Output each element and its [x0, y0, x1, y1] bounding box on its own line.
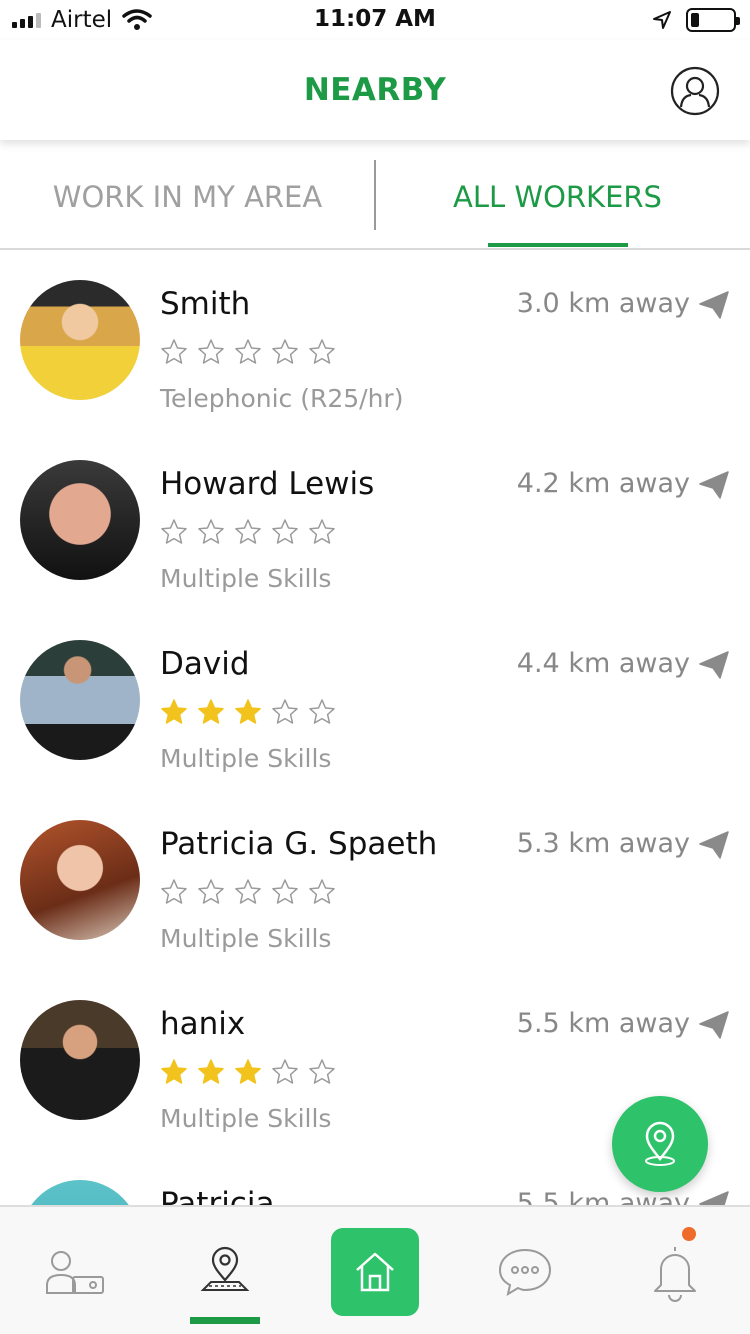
worker-skill: Telephonic (R25/hr) [160, 384, 404, 413]
worker-name: Smith [160, 286, 251, 322]
star-empty-icon [161, 879, 187, 904]
star-filled-icon [198, 1059, 224, 1084]
worker-distance: 4.2 km away [516, 468, 690, 499]
star-empty-icon [198, 879, 224, 904]
tab-work-in-my-area[interactable]: WORK IN MY AREA [0, 180, 375, 214]
location-arrow-icon [653, 11, 671, 29]
worker-skill: Multiple Skills [160, 924, 332, 953]
star-empty-icon [235, 339, 261, 364]
page-title: NEARBY [303, 72, 447, 108]
star-filled-icon [198, 699, 224, 724]
nav-home[interactable] [300, 1207, 450, 1334]
worker-avatar [20, 1180, 140, 1205]
worker-avatar [20, 1000, 140, 1120]
worker-distance: 3.0 km away [516, 288, 690, 319]
home-button[interactable] [331, 1227, 419, 1316]
chat-icon [498, 1248, 552, 1296]
star-empty-icon [309, 339, 335, 364]
bottom-navigation [0, 1205, 750, 1334]
star-empty-icon [198, 519, 224, 544]
send-direction-icon[interactable] [698, 1190, 730, 1205]
battery-icon [686, 8, 740, 32]
worker-avatar [20, 640, 140, 760]
star-filled-icon [161, 699, 187, 724]
worker-name: David [160, 646, 250, 682]
worker-list-item[interactable]: David Multiple Skills 4.4 km away [0, 610, 750, 790]
star-empty-icon [309, 879, 335, 904]
rating-stars [160, 878, 336, 906]
star-empty-icon [272, 879, 298, 904]
star-empty-icon [198, 339, 224, 364]
star-empty-icon [272, 1059, 298, 1084]
notification-badge [682, 1227, 696, 1241]
worker-list-item[interactable]: Howard Lewis Multiple Skills 4.2 km away [0, 430, 750, 610]
worker-avatar [20, 460, 140, 580]
worker-name: Patricia G. Spaeth [160, 826, 438, 862]
worker-avatar [20, 280, 140, 400]
send-direction-icon[interactable] [698, 650, 730, 680]
user-circle-icon [670, 66, 720, 116]
map-pin-icon [645, 1121, 675, 1166]
nav-notifications[interactable] [600, 1207, 750, 1334]
bell-icon [654, 1246, 696, 1302]
star-empty-icon [309, 519, 335, 544]
worker-name: Howard Lewis [160, 466, 375, 502]
rating-stars [160, 698, 336, 726]
worker-name: hanix [160, 1006, 246, 1042]
status-time: 11:07 AM [314, 6, 436, 32]
send-direction-icon[interactable] [698, 830, 730, 860]
star-empty-icon [272, 339, 298, 364]
star-filled-icon [235, 1059, 261, 1084]
nav-worker-profile[interactable] [0, 1207, 150, 1334]
star-empty-icon [235, 879, 261, 904]
worker-list-item[interactable]: Smith Telephonic (R25/hr) 3.0 km away [0, 250, 750, 430]
worker-distance: 5.5 km away [516, 1008, 690, 1039]
star-empty-icon [272, 519, 298, 544]
send-direction-icon[interactable] [698, 290, 730, 320]
worker-distance: 5.3 km away [516, 828, 690, 859]
worker-skill: Multiple Skills [160, 564, 332, 593]
rating-stars [160, 518, 336, 546]
nav-messages[interactable] [450, 1207, 600, 1334]
star-empty-icon [161, 519, 187, 544]
star-empty-icon [235, 519, 261, 544]
star-empty-icon [309, 699, 335, 724]
tab-all-workers[interactable]: ALL WORKERS [375, 180, 740, 214]
worker-skill: Multiple Skills [160, 1104, 332, 1133]
star-empty-icon [309, 1059, 335, 1084]
star-filled-icon [161, 1059, 187, 1084]
worker-profile-icon [46, 1250, 104, 1294]
active-nav-indicator [190, 1317, 260, 1324]
worker-list: Smith Telephonic (R25/hr) 3.0 km away Howar… [0, 250, 750, 1205]
nav-nearby[interactable] [150, 1207, 300, 1334]
send-direction-icon[interactable] [698, 470, 730, 500]
map-view-button[interactable] [612, 1096, 708, 1192]
worker-distance: 4.4 km away [516, 648, 690, 679]
profile-button[interactable] [670, 66, 720, 116]
worker-avatar [20, 820, 140, 940]
active-tab-indicator [488, 243, 628, 247]
worker-list-item[interactable]: Patricia G. Spaeth Multiple Skills 5.3 km … [0, 790, 750, 970]
app-header: NEARBY [0, 40, 750, 140]
rating-stars [160, 1058, 336, 1086]
tab-bar: WORK IN MY AREA ALL WORKERS [0, 140, 750, 250]
worker-name: Patricia [160, 1186, 275, 1205]
status-bar: Airtel 11:07 AM [0, 0, 750, 40]
star-filled-icon [235, 699, 261, 724]
star-empty-icon [161, 339, 187, 364]
rating-stars [160, 338, 336, 366]
worker-skill: Multiple Skills [160, 744, 332, 773]
star-empty-icon [272, 699, 298, 724]
nearby-map-icon [200, 1246, 250, 1291]
send-direction-icon[interactable] [698, 1010, 730, 1040]
home-icon [356, 1252, 394, 1291]
